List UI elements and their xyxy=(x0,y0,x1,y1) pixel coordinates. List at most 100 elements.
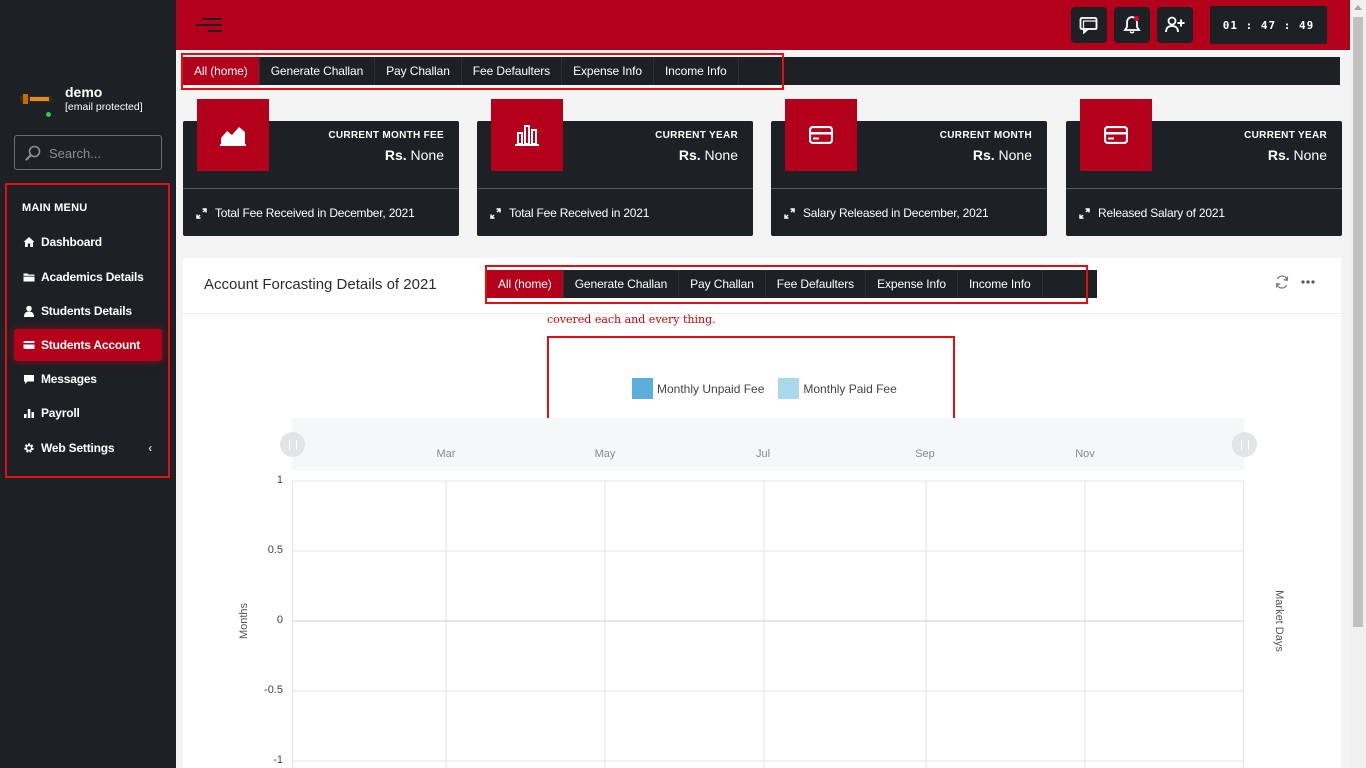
online-status-dot xyxy=(44,110,53,119)
expand-icon xyxy=(490,207,501,219)
card-divider xyxy=(1066,188,1342,189)
navigator-month-label: Mar xyxy=(436,448,456,460)
sidebar-item-academics[interactable]: Academics Details xyxy=(14,261,162,293)
legend-label: Monthly Paid Fee xyxy=(803,381,897,396)
sidebar-item-label: Web Settings xyxy=(41,441,115,455)
legend-item-unpaid[interactable]: Monthly Unpaid Fee xyxy=(632,378,764,399)
card-value: Rs. None xyxy=(384,147,444,163)
card-value: Rs. None xyxy=(1267,147,1327,163)
sidebar-item-label: Payroll xyxy=(41,406,80,420)
card-footer: Salary Released in December, 2021 xyxy=(784,206,989,220)
top-bar: 01 : 47 : 49 xyxy=(176,0,1350,50)
credit-card-icon xyxy=(1080,99,1152,171)
card-footer: Total Fee Received in 2021 xyxy=(490,206,649,220)
legend-swatch-paid xyxy=(778,378,800,399)
y-tick-label: -1 xyxy=(273,754,283,766)
user-icon xyxy=(23,305,35,317)
user-name: demo xyxy=(65,84,103,100)
hamburger-menu-icon[interactable] xyxy=(196,16,222,34)
y-tick-label: 1 xyxy=(276,474,283,486)
legend-label: Monthly Unpaid Fee xyxy=(657,381,765,396)
card-title: CURRENT YEAR xyxy=(655,130,738,141)
navigator-month-label: Jul xyxy=(755,448,771,460)
navigator-month-label: Sep xyxy=(915,448,935,460)
search-input[interactable] xyxy=(49,143,154,163)
chevron-left-icon: ‹ xyxy=(148,441,152,455)
refresh-icon[interactable] xyxy=(1275,275,1289,289)
card-value: Rs. None xyxy=(678,147,738,163)
card-divider xyxy=(477,188,753,189)
sidebar-item-label: Students Account xyxy=(41,338,141,352)
more-options-icon[interactable] xyxy=(1301,280,1315,284)
navigator-month-label: Nov xyxy=(1075,448,1095,460)
y-tick-label: 0.5 xyxy=(267,544,283,556)
chat-icon xyxy=(1079,17,1098,34)
credit-card-icon xyxy=(785,99,857,171)
navigator-left-handle[interactable] xyxy=(280,432,305,457)
bell-icon xyxy=(1123,16,1141,34)
folder-icon xyxy=(23,271,35,283)
page-scrollbar[interactable] xyxy=(1350,0,1366,768)
sidebar-item-messages[interactable]: Messages xyxy=(14,363,162,395)
top-tabs-highlight xyxy=(181,53,784,90)
stat-card-month-fee: CURRENT MONTH FEE Rs. None Total Fee Rec… xyxy=(183,99,459,236)
sidebar-search xyxy=(14,135,162,170)
search-icon xyxy=(25,145,41,161)
secondary-y-axis-label: Market Days xyxy=(1272,590,1285,652)
card-title: CURRENT YEAR xyxy=(1244,130,1327,141)
area-chart-icon xyxy=(197,99,269,171)
main-menu: MAIN MENU Dashboard Academics Details St… xyxy=(5,183,170,478)
sidebar-item-students[interactable]: Students Details xyxy=(14,295,162,327)
sidebar-item-students-account[interactable]: Students Account xyxy=(14,329,162,361)
sidebar-item-web-settings[interactable]: Web Settings ‹ xyxy=(14,432,162,464)
add-user-icon xyxy=(1165,16,1185,33)
panel-title: Account Forcasting Details of 2021 xyxy=(204,276,437,293)
card-divider xyxy=(771,188,1047,189)
clock-display: 01 : 47 : 49 xyxy=(1210,6,1327,44)
expand-icon xyxy=(196,207,207,219)
bar-chart-icon xyxy=(491,99,563,171)
chat-icon xyxy=(23,373,35,385)
main-menu-title: MAIN MENU xyxy=(22,202,88,214)
sidebar: demo [email protected] MAIN MENU Dashboa… xyxy=(0,0,176,768)
card-value: Rs. None xyxy=(972,147,1032,163)
chart-navigator[interactable] xyxy=(292,418,1244,471)
chart-plot-area xyxy=(292,480,1244,768)
chart-legend: Monthly Unpaid Fee Monthly Paid Fee xyxy=(632,378,897,399)
expand-icon xyxy=(1079,207,1090,219)
card-footer: Total Fee Received in December, 2021 xyxy=(196,206,415,220)
panel-actions xyxy=(1275,275,1315,289)
scrollbar-thumb[interactable] xyxy=(1353,17,1363,627)
sidebar-item-label: Dashboard xyxy=(41,235,102,249)
card-icon xyxy=(23,339,35,351)
legend-swatch-unpaid xyxy=(632,378,653,399)
stat-card-month-salary: CURRENT MONTH Rs. None Salary Released i… xyxy=(771,99,1047,236)
scroll-up-arrow-icon[interactable] xyxy=(1354,5,1362,10)
stat-card-year-salary: CURRENT YEAR Rs. None Released Salary of… xyxy=(1066,99,1342,236)
card-divider xyxy=(183,188,459,189)
navigator-month-label: May xyxy=(594,448,616,460)
card-title: CURRENT MONTH FEE xyxy=(328,130,444,141)
add-user-button[interactable] xyxy=(1157,7,1193,43)
messages-button[interactable] xyxy=(1071,7,1107,43)
user-profile: demo [email protected] xyxy=(20,84,170,124)
navigator-right-handle[interactable] xyxy=(1232,432,1257,457)
gear-icon xyxy=(23,442,35,454)
bar-chart-icon xyxy=(23,407,35,419)
stat-card-year-fee: CURRENT YEAR Rs. None Total Fee Received… xyxy=(477,99,753,236)
card-title: CURRENT MONTH xyxy=(939,130,1032,141)
sidebar-item-label: Students Details xyxy=(41,304,132,318)
y-tick-label: -0.5 xyxy=(264,684,283,696)
y-axis-label: Months xyxy=(238,602,251,640)
legend-item-paid[interactable]: Monthly Paid Fee xyxy=(778,378,897,399)
sidebar-item-label: Messages xyxy=(41,372,97,386)
expand-icon xyxy=(784,207,795,219)
sidebar-item-payroll[interactable]: Payroll xyxy=(14,397,162,429)
user-email: [email protected] xyxy=(65,101,143,113)
card-footer: Released Salary of 2021 xyxy=(1079,206,1225,220)
home-icon xyxy=(23,236,35,248)
panel-tabs-highlight xyxy=(485,265,1088,304)
notifications-button[interactable] xyxy=(1114,7,1150,43)
sidebar-item-dashboard[interactable]: Dashboard xyxy=(14,226,162,258)
sidebar-item-label: Academics Details xyxy=(41,270,144,284)
